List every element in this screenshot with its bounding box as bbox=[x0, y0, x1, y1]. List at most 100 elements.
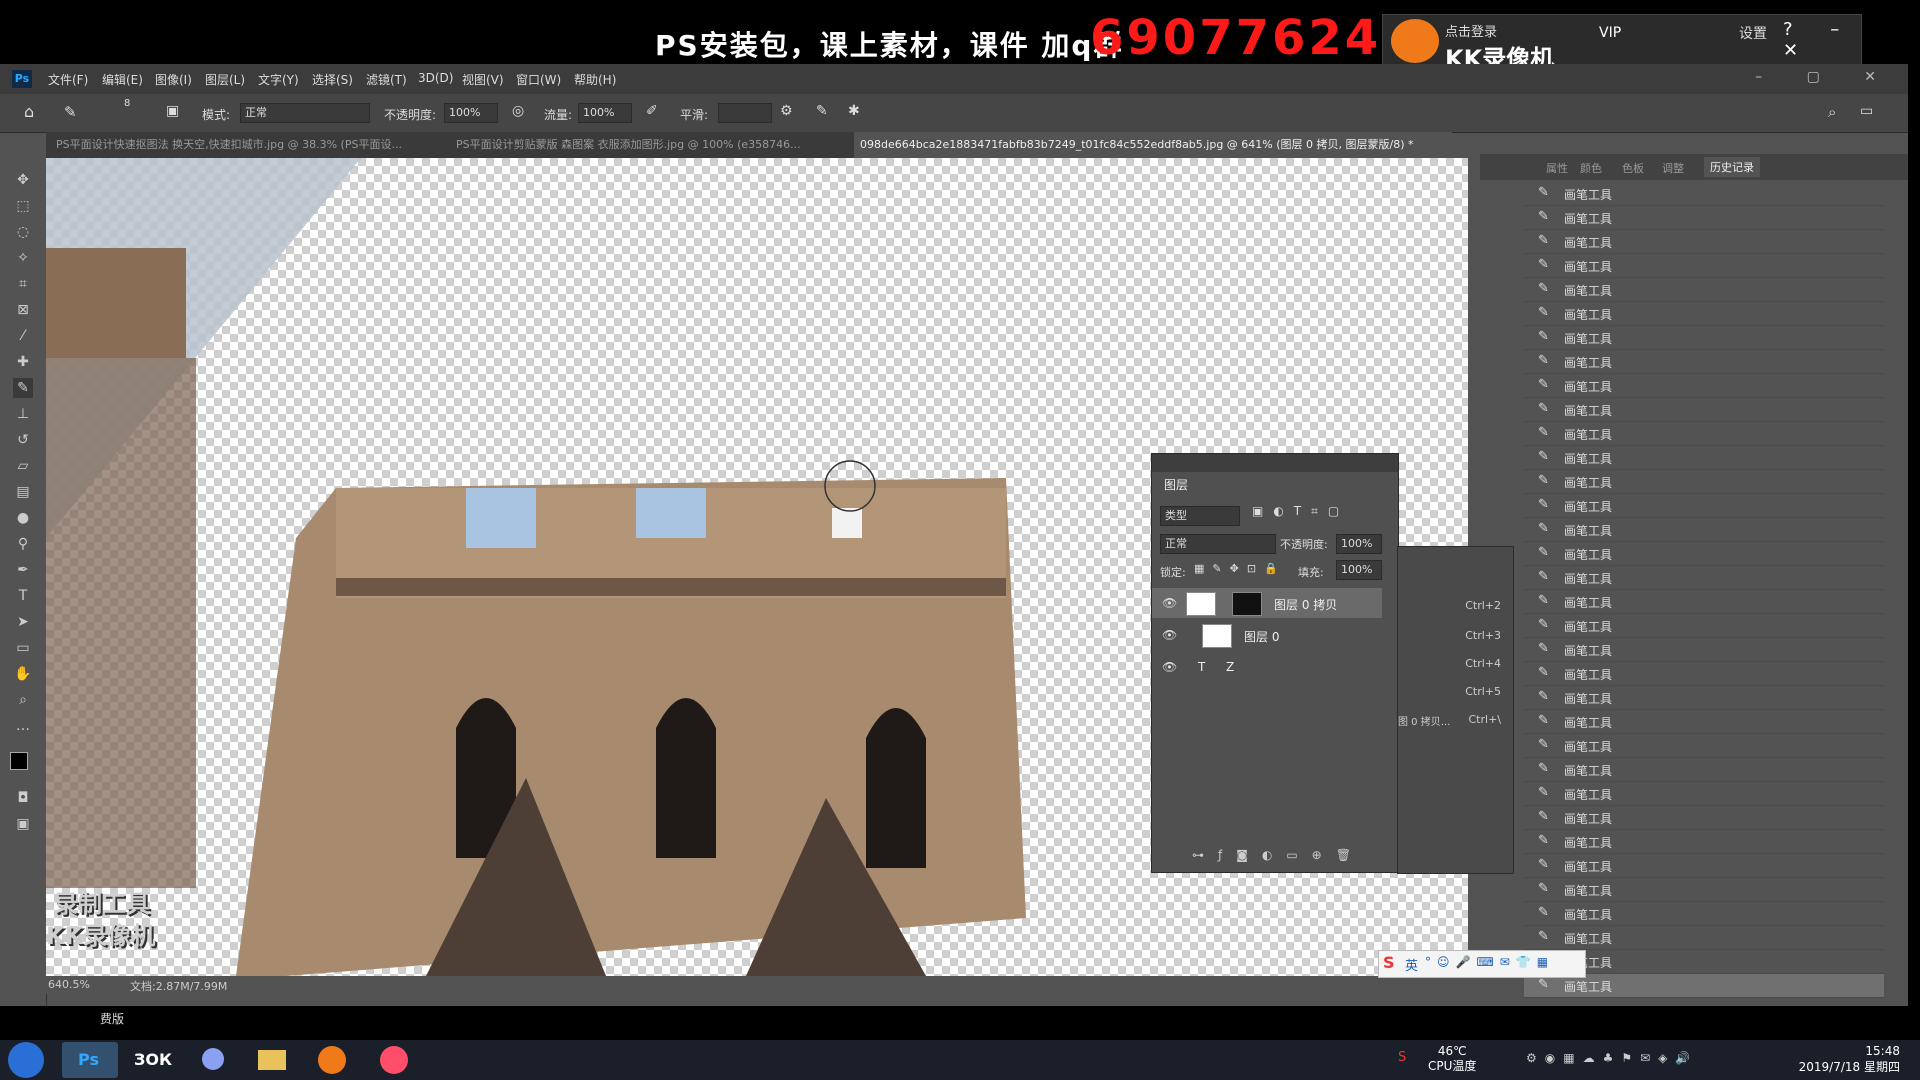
quick-mask-icon[interactable]: ◘ bbox=[13, 788, 33, 808]
tab-adjustments[interactable]: 调整 bbox=[1662, 160, 1684, 176]
history-item[interactable]: ✎ 画笔工具 bbox=[1524, 806, 1884, 830]
history-item[interactable]: ✎ 画笔工具 bbox=[1524, 182, 1884, 206]
layers-title[interactable]: 图层 bbox=[1164, 476, 1188, 493]
history-item[interactable]: ✎ 画笔工具 bbox=[1524, 614, 1884, 638]
history-item[interactable]: ✎ 画笔工具 bbox=[1524, 350, 1884, 374]
taskbar-kk-recorder-icon[interactable] bbox=[304, 1042, 360, 1078]
layer-row-copy[interactable]: 👁 图层 0 拷贝 bbox=[1152, 588, 1382, 618]
workspace-icon[interactable]: ▭ bbox=[1860, 103, 1873, 119]
history-item[interactable]: ✎ 画笔工具 bbox=[1524, 230, 1884, 254]
tray-sogou-icon[interactable]: S bbox=[1398, 1050, 1406, 1065]
tab-properties[interactable]: 属性 bbox=[1546, 160, 1568, 176]
zoom-level[interactable]: 640.5% bbox=[48, 978, 90, 991]
tab-swatches[interactable]: 色板 bbox=[1622, 160, 1644, 176]
foreground-color-swatch[interactable] bbox=[10, 752, 28, 770]
screen-mode-icon[interactable]: ▣ bbox=[13, 814, 33, 834]
history-item[interactable]: ✎ 画笔工具 bbox=[1524, 758, 1884, 782]
layer-mask-thumbnail[interactable] bbox=[1232, 592, 1262, 616]
menu-3d[interactable]: 3D(D) bbox=[418, 71, 453, 85]
menu-filter[interactable]: 滤镜(T) bbox=[366, 71, 407, 88]
tab-doc-3[interactable]: 098de664bca2e1883471fabfb83b7249_t01fc84… bbox=[854, 132, 1452, 158]
search-icon[interactable]: ⌕ bbox=[1828, 103, 1836, 121]
dodge-tool-icon[interactable]: ⚲ bbox=[13, 534, 33, 554]
taskbar-app-icon[interactable]: ЗОК bbox=[124, 1042, 180, 1078]
tab-doc-2[interactable]: PS平面设计剪贴蒙版 森图案 衣服添加图形.jpg @ 100% (e35874… bbox=[456, 132, 844, 158]
path-select-tool-icon[interactable]: ➤ bbox=[13, 612, 33, 632]
marquee-tool-icon[interactable]: ⬚ bbox=[13, 196, 33, 216]
pressure-opacity-icon[interactable]: ◎ bbox=[512, 103, 524, 119]
layer-name[interactable]: 图层 0 bbox=[1244, 628, 1279, 645]
layer-filter-select[interactable]: 类型 bbox=[1160, 506, 1240, 526]
menu-layer[interactable]: 图层(L) bbox=[205, 71, 245, 88]
stamp-tool-icon[interactable]: ⊥ bbox=[13, 404, 33, 424]
healing-tool-icon[interactable]: ✚ bbox=[13, 352, 33, 372]
menu-image[interactable]: 图像(I) bbox=[155, 71, 192, 88]
history-item[interactable]: ✎ 画笔工具 bbox=[1524, 542, 1884, 566]
tab-history[interactable]: 历史记录 bbox=[1704, 157, 1760, 177]
history-item[interactable]: ✎ 画笔工具 bbox=[1524, 830, 1884, 854]
menu-view[interactable]: 视图(V) bbox=[462, 71, 504, 88]
kk-window-controls[interactable]: ? – ✕ bbox=[1783, 19, 1861, 61]
flow-field[interactable]: 100% bbox=[578, 103, 632, 123]
tab-doc-1[interactable]: PS平面设计快速抠图法 换天空,快速扣城市.jpg @ 38.3% (PS平面设… bbox=[56, 132, 446, 158]
history-item[interactable]: ✎ 画笔工具 bbox=[1524, 710, 1884, 734]
history-item[interactable]: ✎ 画笔工具 bbox=[1524, 374, 1884, 398]
layer-filter-icons[interactable]: ▣◐T⌗▢ bbox=[1252, 504, 1349, 519]
tray-icons[interactable]: ⚙◉▦☁♣⚑✉◈🔊 bbox=[1526, 1051, 1698, 1065]
kk-login-link[interactable]: 点击登录 bbox=[1445, 21, 1497, 40]
layers-panel-header[interactable] bbox=[1152, 454, 1398, 472]
kk-vip-badge[interactable]: VIP bbox=[1599, 25, 1621, 41]
history-item[interactable]: ✎ 画笔工具 bbox=[1524, 878, 1884, 902]
ime-toolbar[interactable]: S 英 °☺🎤⌨✉👕▦ bbox=[1378, 950, 1586, 978]
layer-row-text[interactable]: 👁 T Z bbox=[1152, 652, 1382, 682]
more-tools-icon[interactable]: … bbox=[13, 716, 33, 736]
menu-help[interactable]: 帮助(H) bbox=[574, 71, 616, 88]
airbrush-icon[interactable]: ✐ bbox=[646, 103, 658, 119]
lock-icons[interactable]: ▦✎✥⊡🔒 bbox=[1194, 562, 1286, 575]
history-item[interactable]: ✎ 画笔工具 bbox=[1524, 446, 1884, 470]
window-controls[interactable]: – ▢ ✕ bbox=[1755, 69, 1896, 85]
eye-icon[interactable]: 👁 bbox=[1162, 660, 1177, 674]
opacity-field[interactable]: 100% bbox=[444, 103, 498, 123]
eye-icon[interactable]: 👁 bbox=[1162, 628, 1177, 642]
lasso-tool-icon[interactable]: ◌ bbox=[13, 222, 33, 242]
taskbar-heart-app-icon[interactable] bbox=[366, 1042, 422, 1078]
clock[interactable]: 15:48 2019/7/18 星期四 bbox=[1799, 1043, 1900, 1075]
gear-icon[interactable]: ⚙ bbox=[780, 103, 793, 119]
eyedropper-tool-icon[interactable]: ⁄ bbox=[13, 326, 33, 346]
home-icon[interactable]: ⌂ bbox=[24, 102, 34, 121]
symmetry-icon[interactable]: ✱ bbox=[848, 103, 860, 119]
history-item[interactable]: ✎ 画笔工具 bbox=[1524, 494, 1884, 518]
menu-type[interactable]: 文字(Y) bbox=[258, 71, 299, 88]
history-item[interactable]: ✎ 画笔工具 bbox=[1524, 326, 1884, 350]
eye-icon[interactable]: 👁 bbox=[1162, 596, 1177, 610]
brush-panel-icon[interactable]: ▣ bbox=[166, 103, 179, 119]
quick-select-tool-icon[interactable]: ✧ bbox=[13, 248, 33, 268]
menu-edit[interactable]: 编辑(E) bbox=[102, 71, 143, 88]
history-item[interactable]: ✎ 画笔工具 bbox=[1524, 254, 1884, 278]
history-item[interactable]: ✎ 画笔工具 bbox=[1524, 926, 1884, 950]
menu-file[interactable]: 文件(F) bbox=[48, 71, 88, 88]
history-brush-tool-icon[interactable]: ↺ bbox=[13, 430, 33, 450]
frame-tool-icon[interactable]: ⊠ bbox=[13, 300, 33, 320]
ime-lang[interactable]: 英 bbox=[1405, 955, 1418, 974]
gradient-tool-icon[interactable]: ▤ bbox=[13, 482, 33, 502]
shape-tool-icon[interactable]: ▭ bbox=[13, 638, 33, 658]
history-item[interactable]: ✎ 画笔工具 bbox=[1524, 782, 1884, 806]
brush-size-value[interactable]: 8 bbox=[124, 98, 130, 109]
taskbar-photoshop-icon[interactable]: Ps bbox=[62, 1042, 118, 1078]
move-tool-icon[interactable]: ✥ bbox=[13, 170, 33, 190]
blur-tool-icon[interactable]: ● bbox=[13, 508, 33, 528]
mode-select[interactable]: 正常 bbox=[240, 103, 370, 123]
layer-opacity-field[interactable]: 100% bbox=[1336, 534, 1382, 554]
history-item[interactable]: ✎ 画笔工具 bbox=[1524, 206, 1884, 230]
history-item[interactable]: ✎ 画笔工具 bbox=[1524, 518, 1884, 542]
history-item[interactable]: ✎ 画笔工具 bbox=[1524, 302, 1884, 326]
tab-color[interactable]: 颜色 bbox=[1580, 160, 1602, 176]
kk-settings-button[interactable]: 设置 bbox=[1739, 23, 1767, 43]
history-item[interactable]: ✎ 画笔工具 bbox=[1524, 422, 1884, 446]
history-item[interactable]: ✎ 画笔工具 bbox=[1524, 278, 1884, 302]
menu-window[interactable]: 窗口(W) bbox=[516, 71, 561, 88]
history-item[interactable]: ✎ 画笔工具 bbox=[1524, 686, 1884, 710]
pen-tool-icon[interactable]: ✒ bbox=[13, 560, 33, 580]
